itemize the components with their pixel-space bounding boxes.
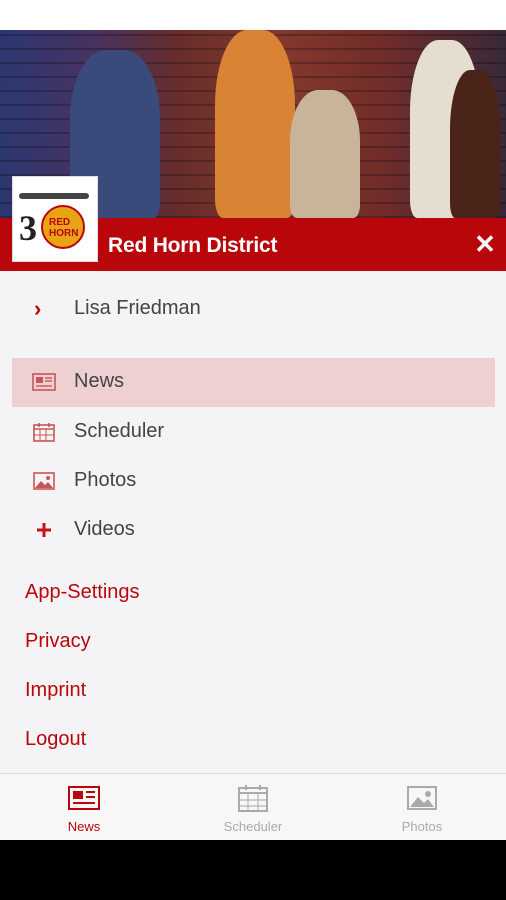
calendar-icon bbox=[33, 423, 55, 442]
privacy-link[interactable]: Privacy bbox=[25, 630, 91, 653]
bottom-tab-label-news: News bbox=[67, 819, 101, 834]
app-settings-link[interactable]: App-Settings bbox=[25, 581, 140, 604]
status-bar bbox=[0, 0, 506, 30]
newspaper-icon bbox=[68, 786, 100, 810]
menu-item-news[interactable]: News bbox=[12, 358, 495, 407]
menu-item-photos[interactable]: Photos bbox=[12, 457, 495, 506]
user-name: Lisa Friedman bbox=[74, 297, 201, 319]
logo-number: 3 bbox=[19, 208, 37, 248]
double-bass-figure bbox=[450, 70, 500, 218]
newspaper-icon bbox=[32, 373, 56, 391]
menu-item-scheduler[interactable]: Scheduler bbox=[12, 408, 495, 457]
plus-icon bbox=[37, 523, 51, 537]
menu-label-news: News bbox=[74, 370, 125, 392]
image-icon bbox=[33, 472, 55, 490]
bottom-tab-label-scheduler: Scheduler bbox=[223, 819, 283, 834]
menu-label-scheduler: Scheduler bbox=[74, 420, 165, 442]
imprint-link[interactable]: Imprint bbox=[25, 679, 86, 702]
bottom-tab-scheduler[interactable]: Scheduler bbox=[169, 774, 337, 840]
menu-item-videos[interactable]: Videos bbox=[12, 506, 495, 555]
logo-text: RED HORN bbox=[49, 217, 79, 239]
user-profile-row[interactable]: › Lisa Friedman bbox=[0, 285, 506, 333]
app-logo: 3 RED HORN bbox=[12, 176, 98, 262]
app-title: Red Horn District bbox=[108, 234, 278, 257]
chevron-right-icon: › bbox=[34, 296, 42, 321]
bottom-navigation: News Scheduler Photos bbox=[0, 773, 506, 840]
trombone-graphic bbox=[19, 193, 89, 199]
drummer-figure bbox=[290, 90, 360, 218]
close-icon[interactable]: ✕ bbox=[472, 231, 498, 257]
menu-label-photos: Photos bbox=[74, 469, 137, 491]
logout-link[interactable]: Logout bbox=[25, 728, 86, 751]
bottom-tab-label-photos: Photos bbox=[401, 819, 443, 834]
app-screen: 3 RED HORN Red Horn District ✕ › Lisa Fr… bbox=[0, 0, 506, 840]
menu-label-videos: Videos bbox=[74, 518, 135, 540]
bottom-tab-news[interactable]: News bbox=[0, 774, 168, 840]
saxophonist-figure bbox=[215, 30, 295, 218]
calendar-icon bbox=[238, 785, 268, 812]
bottom-tab-photos[interactable]: Photos bbox=[338, 774, 506, 840]
image-icon bbox=[407, 786, 437, 810]
